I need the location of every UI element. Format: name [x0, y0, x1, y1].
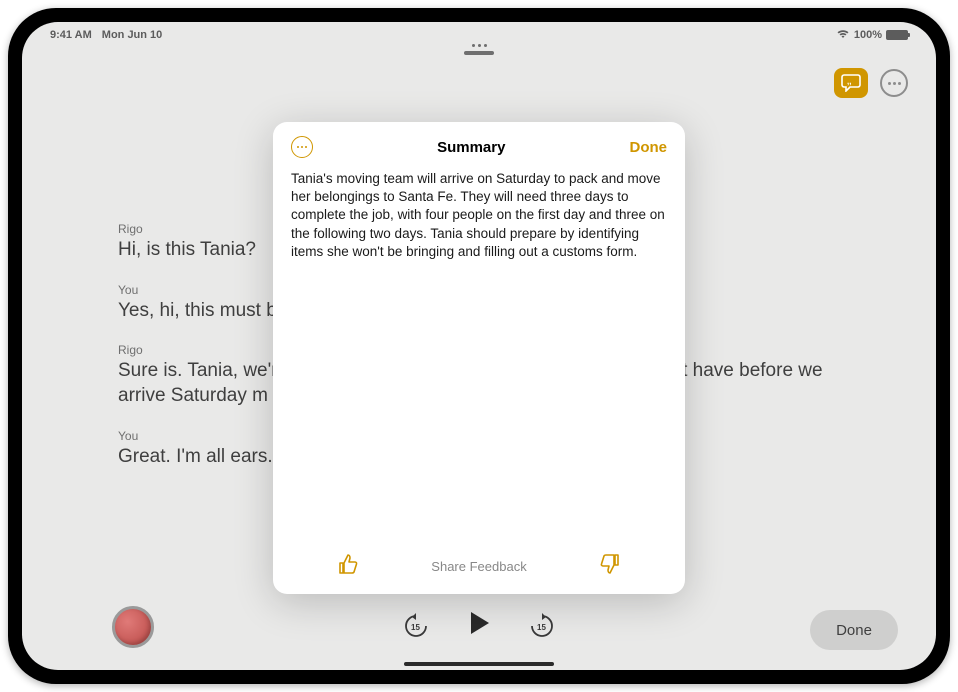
status-date: Mon Jun 10 [102, 29, 163, 41]
status-time: 9:41 AM [50, 29, 92, 41]
wifi-icon [836, 29, 850, 42]
svg-text:15: 15 [537, 623, 546, 632]
play-button[interactable] [465, 609, 493, 642]
thumbs-down-icon [599, 553, 621, 575]
play-icon [465, 609, 493, 637]
modal-done-button[interactable]: Done [630, 139, 668, 156]
status-bar: 9:41 AM Mon Jun 10 100% [22, 22, 936, 44]
transcript-button[interactable]: ,, [834, 68, 868, 98]
ipad-device-frame: 9:41 AM Mon Jun 10 100% ,, [8, 8, 950, 684]
thumbs-up-button[interactable] [337, 553, 359, 580]
screen: 9:41 AM Mon Jun 10 100% ,, [22, 22, 936, 670]
thumbs-up-icon [337, 553, 359, 575]
multitask-handle[interactable] [464, 44, 494, 55]
status-battery-pct: 100% [854, 29, 882, 41]
ellipsis-icon [472, 44, 487, 47]
rewind-15-button[interactable]: 15 [403, 613, 429, 639]
more-button[interactable] [880, 69, 908, 97]
modal-more-button[interactable] [291, 136, 313, 158]
share-feedback-label: Share Feedback [431, 559, 526, 574]
done-button[interactable]: Done [810, 610, 898, 650]
svg-text:,,: ,, [847, 77, 851, 86]
home-indicator[interactable] [404, 662, 554, 666]
modal-title: Summary [437, 139, 505, 156]
svg-text:15: 15 [411, 623, 420, 632]
summary-text: Tania's moving team will arrive on Satur… [291, 170, 667, 261]
forward-15-icon: 15 [529, 613, 555, 639]
speech-quote-icon: ,, [841, 74, 861, 92]
rewind-15-icon: 15 [403, 613, 429, 639]
thumbs-down-button[interactable] [599, 553, 621, 580]
battery-icon [886, 30, 908, 40]
done-button-label: Done [836, 622, 872, 639]
summary-modal: Summary Done Tania's moving team will ar… [273, 122, 685, 594]
playback-controls: 15 15 [22, 609, 936, 642]
grabber-icon [464, 51, 494, 55]
forward-15-button[interactable]: 15 [529, 613, 555, 639]
